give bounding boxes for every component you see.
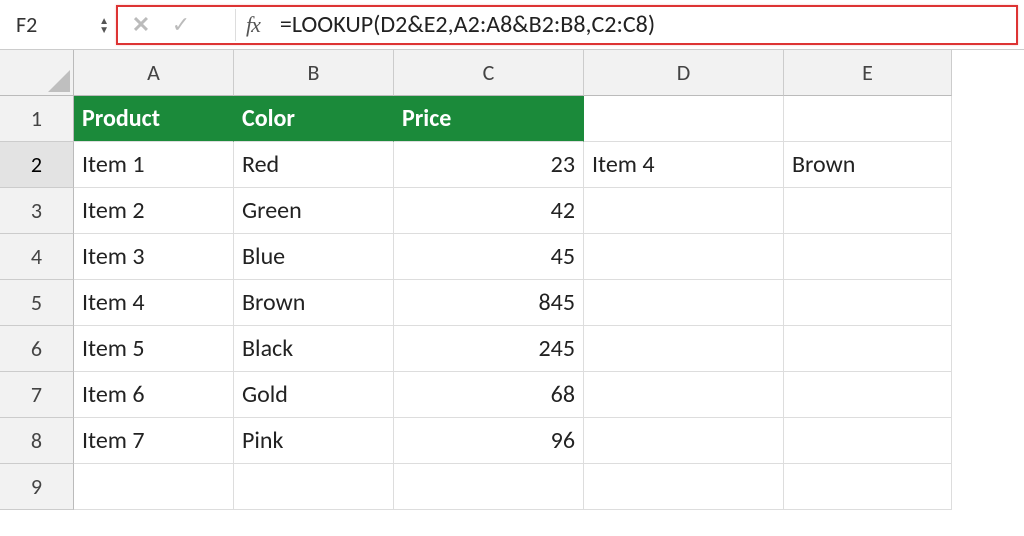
- cell[interactable]: [784, 372, 952, 418]
- col-header-b[interactable]: B: [234, 50, 394, 96]
- cell[interactable]: [784, 418, 952, 464]
- col-header-c[interactable]: C: [394, 50, 584, 96]
- cell[interactable]: [584, 96, 784, 142]
- cell[interactable]: [784, 96, 952, 142]
- formula-group: ✕ ✓ fx =LOOKUP(D2&E2,A2:A8&B2:B8,C2:C8): [116, 5, 1018, 45]
- table-row: Item 7 Pink 96: [74, 418, 1024, 464]
- header-color[interactable]: Color: [234, 96, 394, 142]
- cell[interactable]: [784, 464, 952, 510]
- cell[interactable]: Item 7: [74, 418, 234, 464]
- row-headers: 1 2 3 4 5 6 7 8 9: [0, 96, 74, 510]
- confirm-icon[interactable]: ✓: [166, 9, 196, 41]
- cell[interactable]: 245: [394, 326, 584, 372]
- cell[interactable]: Item 4: [584, 142, 784, 188]
- cell[interactable]: Item 6: [74, 372, 234, 418]
- row-header-6[interactable]: 6: [0, 326, 74, 372]
- col-header-e[interactable]: E: [784, 50, 952, 96]
- table-row: Item 3 Blue 45: [74, 234, 1024, 280]
- data-region: Product Color Price Item 1 Red 23 Item 4…: [74, 96, 1024, 510]
- header-price[interactable]: Price: [394, 96, 584, 142]
- header-product[interactable]: Product: [74, 96, 234, 142]
- cell[interactable]: Gold: [234, 372, 394, 418]
- row-header-7[interactable]: 7: [0, 372, 74, 418]
- cell[interactable]: 23: [394, 142, 584, 188]
- formula-bar: F2 ▲ ▼ ✕ ✓ fx =LOOKUP(D2&E2,A2:A8&B2:B8,…: [0, 0, 1024, 50]
- table-row: Item 6 Gold 68: [74, 372, 1024, 418]
- cell[interactable]: 68: [394, 372, 584, 418]
- row-header-4[interactable]: 4: [0, 234, 74, 280]
- cell[interactable]: Green: [234, 188, 394, 234]
- cell[interactable]: Item 4: [74, 280, 234, 326]
- cancel-icon[interactable]: ✕: [126, 9, 156, 41]
- cell[interactable]: Item 2: [74, 188, 234, 234]
- cell[interactable]: [584, 418, 784, 464]
- row-header-9[interactable]: 9: [0, 464, 74, 510]
- divider: [206, 9, 236, 41]
- cell[interactable]: [74, 464, 234, 510]
- name-box-stepper[interactable]: ▲ ▼: [99, 16, 109, 34]
- cell[interactable]: Brown: [784, 142, 952, 188]
- cell[interactable]: Brown: [234, 280, 394, 326]
- table-row: Item 5 Black 245: [74, 326, 1024, 372]
- col-header-a[interactable]: A: [74, 50, 234, 96]
- cell[interactable]: 845: [394, 280, 584, 326]
- select-all-corner[interactable]: [0, 50, 74, 96]
- table-row: Item 1 Red 23 Item 4 Brown: [74, 142, 1024, 188]
- cell[interactable]: [584, 326, 784, 372]
- cell[interactable]: [234, 464, 394, 510]
- table-row: Item 4 Brown 845: [74, 280, 1024, 326]
- row-header-8[interactable]: 8: [0, 418, 74, 464]
- cell[interactable]: [584, 372, 784, 418]
- formula-input[interactable]: =LOOKUP(D2&E2,A2:A8&B2:B8,C2:C8): [274, 10, 1008, 39]
- cell[interactable]: Item 5: [74, 326, 234, 372]
- table-row: [74, 464, 1024, 510]
- cell[interactable]: Black: [234, 326, 394, 372]
- table-row: Item 2 Green 42: [74, 188, 1024, 234]
- cell[interactable]: [584, 280, 784, 326]
- column-headers: A B C D E: [74, 50, 1024, 96]
- cell[interactable]: [784, 280, 952, 326]
- cell[interactable]: [584, 464, 784, 510]
- table-row: Product Color Price: [74, 96, 1024, 142]
- cell[interactable]: Item 3: [74, 234, 234, 280]
- cell[interactable]: Blue: [234, 234, 394, 280]
- col-header-d[interactable]: D: [584, 50, 784, 96]
- cell[interactable]: Red: [234, 142, 394, 188]
- cell[interactable]: 96: [394, 418, 584, 464]
- cell[interactable]: Pink: [234, 418, 394, 464]
- row-header-5[interactable]: 5: [0, 280, 74, 326]
- cell[interactable]: [784, 234, 952, 280]
- cell[interactable]: 42: [394, 188, 584, 234]
- cell[interactable]: [784, 326, 952, 372]
- cell[interactable]: [784, 188, 952, 234]
- cell-reference: F2: [16, 11, 37, 38]
- name-box[interactable]: F2 ▲ ▼: [6, 5, 116, 45]
- cell[interactable]: [584, 234, 784, 280]
- stepper-down-icon[interactable]: ▼: [99, 25, 109, 34]
- row-header-2[interactable]: 2: [0, 142, 74, 188]
- fx-icon[interactable]: fx: [246, 12, 264, 38]
- cell[interactable]: [394, 464, 584, 510]
- spreadsheet-grid: 1 2 3 4 5 6 7 8 9 A B C D E Product Colo…: [0, 50, 1024, 536]
- row-header-3[interactable]: 3: [0, 188, 74, 234]
- cell[interactable]: Item 1: [74, 142, 234, 188]
- row-header-1[interactable]: 1: [0, 96, 74, 142]
- cell[interactable]: 45: [394, 234, 584, 280]
- cell[interactable]: [584, 188, 784, 234]
